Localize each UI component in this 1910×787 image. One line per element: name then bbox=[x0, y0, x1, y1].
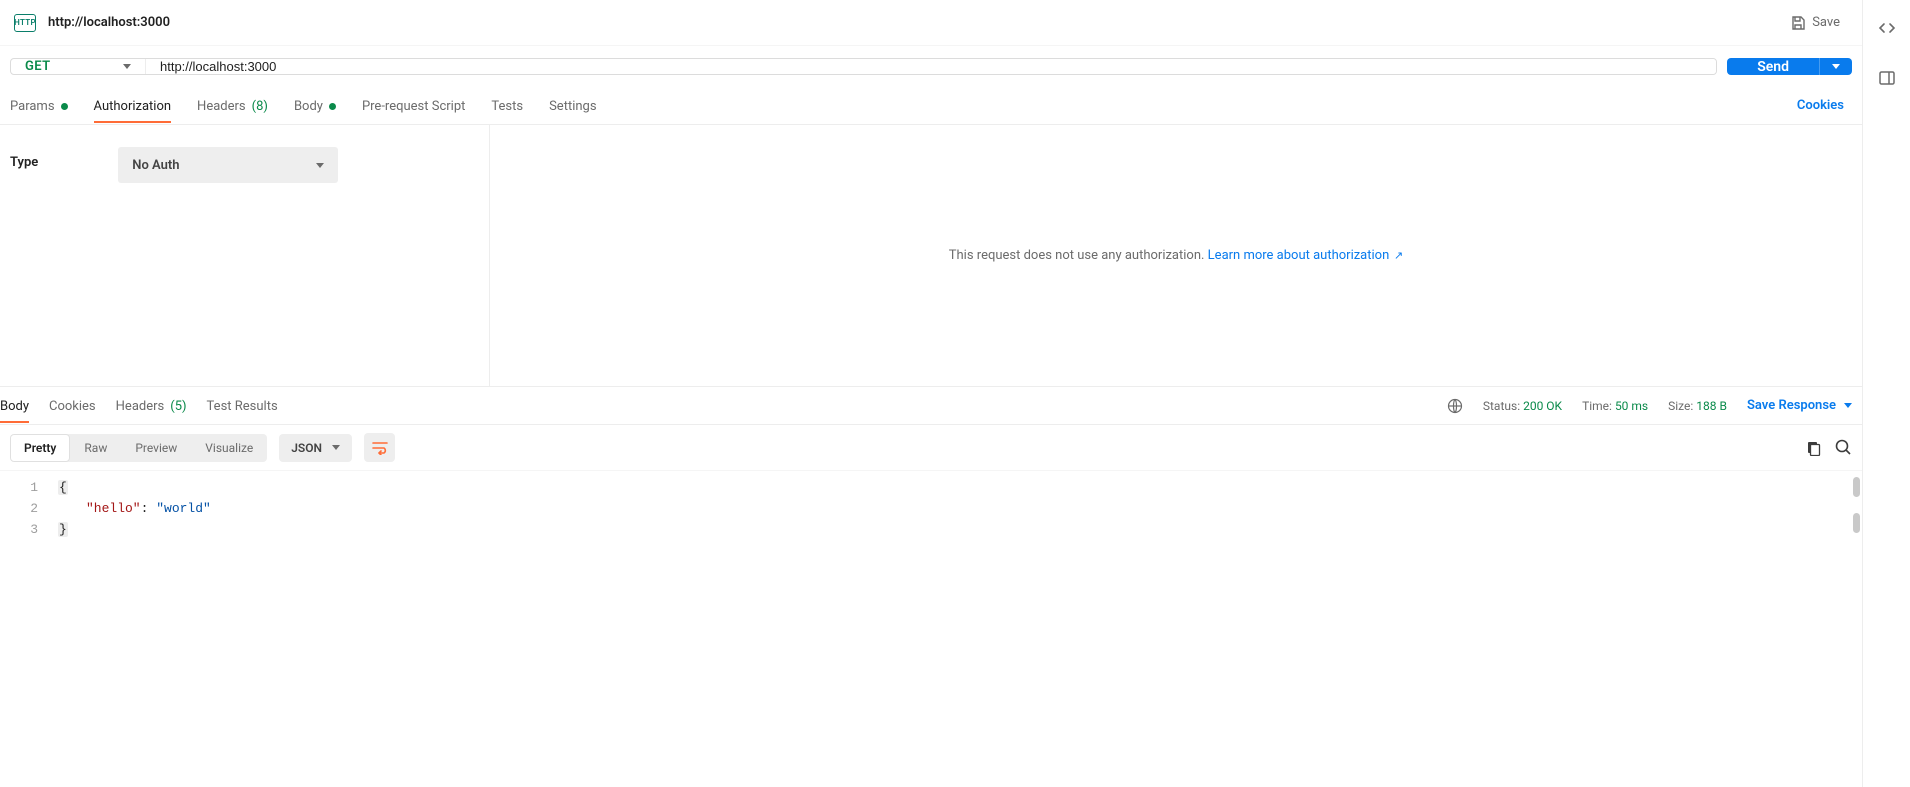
chevron-down-icon bbox=[1832, 64, 1840, 69]
line-number: 3 bbox=[0, 519, 38, 540]
save-icon bbox=[1790, 15, 1806, 31]
resp-tab-body[interactable]: Body bbox=[0, 390, 29, 422]
line-number: 2 bbox=[0, 498, 38, 519]
tab-params[interactable]: Params bbox=[10, 90, 68, 122]
resp-tab-headers-label: Headers bbox=[116, 399, 165, 414]
resp-tab-cookies[interactable]: Cookies bbox=[49, 390, 96, 422]
request-name: http://localhost:3000 bbox=[48, 15, 170, 30]
save-response-label: Save Response bbox=[1747, 398, 1836, 413]
response-body[interactable]: 1 2 3 { "hello": "world" } bbox=[0, 471, 1862, 787]
line-number: 1 bbox=[0, 477, 38, 498]
size-stat: Size: 188 B bbox=[1668, 399, 1727, 413]
status-stat: Status: 200 OK bbox=[1483, 399, 1562, 413]
chevron-down-icon bbox=[123, 64, 131, 69]
view-mode-raw[interactable]: Raw bbox=[70, 434, 121, 462]
send-label: Send bbox=[1727, 58, 1819, 75]
dot-indicator-icon bbox=[329, 103, 336, 110]
resp-tab-test-results[interactable]: Test Results bbox=[207, 390, 278, 422]
brace-open: { bbox=[58, 480, 68, 495]
auth-right: This request does not use any authorizat… bbox=[490, 125, 1862, 386]
line-wrap-button[interactable] bbox=[364, 433, 395, 462]
gutter: 1 2 3 bbox=[0, 477, 48, 787]
side-panel-icon[interactable] bbox=[1878, 69, 1896, 90]
line-wrap-icon bbox=[372, 441, 388, 455]
tab-body-label: Body bbox=[294, 99, 323, 114]
network-icon[interactable] bbox=[1447, 398, 1463, 414]
auth-message: This request does not use any authorizat… bbox=[949, 248, 1403, 263]
send-button[interactable]: Send bbox=[1727, 58, 1852, 75]
resp-tab-headers[interactable]: Headers (5) bbox=[116, 390, 187, 422]
tab-body[interactable]: Body bbox=[294, 90, 336, 122]
request-tabs: Params Authorization Headers (8) Body Pr… bbox=[0, 87, 1862, 125]
response-format-select[interactable]: JSON bbox=[279, 434, 352, 462]
tab-headers[interactable]: Headers (8) bbox=[197, 90, 268, 122]
tab-prerequest[interactable]: Pre-request Script bbox=[362, 90, 465, 122]
auth-type-select[interactable]: No Auth bbox=[118, 147, 338, 183]
request-row: GET Send bbox=[0, 46, 1862, 87]
response-tabs: Body Cookies Headers (5) Test Results St… bbox=[0, 387, 1862, 425]
url-input[interactable] bbox=[146, 59, 1716, 74]
tab-headers-count: (8) bbox=[252, 99, 268, 114]
scrollbar-thumb[interactable] bbox=[1853, 477, 1860, 497]
save-response-button[interactable]: Save Response bbox=[1747, 398, 1852, 413]
method-label: GET bbox=[25, 59, 51, 74]
dot-indicator-icon bbox=[61, 103, 68, 110]
tab-prerequest-label: Pre-request Script bbox=[362, 99, 465, 114]
chevron-down-icon bbox=[1844, 403, 1852, 408]
auth-learn-more-link[interactable]: Learn more about authorization ↗ bbox=[1208, 248, 1404, 263]
tab-authorization[interactable]: Authorization bbox=[94, 90, 172, 122]
title-bar: HTTP http://localhost:3000 Save bbox=[0, 0, 1862, 46]
code-content: { "hello": "world" } bbox=[48, 477, 1862, 787]
scrollbar-thumb[interactable] bbox=[1853, 513, 1860, 533]
resp-tab-test-results-label: Test Results bbox=[207, 399, 278, 414]
json-value: "world" bbox=[156, 501, 211, 516]
response-format-value: JSON bbox=[291, 441, 322, 455]
copy-icon[interactable] bbox=[1805, 440, 1821, 456]
auth-panel: Type No Auth This request does not use a… bbox=[0, 125, 1862, 387]
view-mode-preview[interactable]: Preview bbox=[121, 434, 191, 462]
save-label: Save bbox=[1812, 15, 1840, 30]
tab-settings-label: Settings bbox=[549, 99, 596, 114]
auth-left: Type No Auth bbox=[0, 125, 490, 386]
send-dropdown[interactable] bbox=[1819, 58, 1852, 75]
view-mode-visualize[interactable]: Visualize bbox=[191, 434, 267, 462]
method-select[interactable]: GET bbox=[11, 59, 146, 74]
external-link-icon: ↗ bbox=[1391, 249, 1403, 262]
auth-link-text: Learn more about authorization bbox=[1208, 248, 1390, 263]
resp-tab-cookies-label: Cookies bbox=[49, 399, 96, 414]
time-label: Time: bbox=[1582, 399, 1612, 413]
request-box: GET bbox=[10, 58, 1717, 75]
brace-close: } bbox=[58, 522, 68, 537]
status-label: Status: bbox=[1483, 399, 1520, 413]
code-panel-icon[interactable] bbox=[1877, 18, 1897, 41]
size-label: Size: bbox=[1668, 399, 1693, 413]
tab-headers-label: Headers bbox=[197, 99, 246, 114]
resp-tab-body-label: Body bbox=[0, 399, 29, 414]
tab-tests[interactable]: Tests bbox=[491, 90, 523, 122]
status-value: 200 OK bbox=[1523, 399, 1562, 413]
viewer-row: Pretty Raw Preview Visualize JSON bbox=[0, 425, 1862, 471]
view-mode-pretty[interactable]: Pretty bbox=[10, 434, 70, 462]
save-button[interactable]: Save bbox=[1782, 11, 1848, 35]
cookies-link[interactable]: Cookies bbox=[1797, 98, 1852, 113]
view-mode-group: Pretty Raw Preview Visualize bbox=[10, 434, 267, 462]
size-value: 188 B bbox=[1696, 399, 1727, 413]
time-value: 50 ms bbox=[1615, 399, 1648, 413]
right-rail bbox=[1862, 0, 1910, 787]
tab-auth-label: Authorization bbox=[94, 99, 172, 114]
colon: : bbox=[141, 501, 157, 516]
tab-settings[interactable]: Settings bbox=[549, 90, 596, 122]
chevron-down-icon bbox=[316, 163, 324, 168]
http-badge-icon: HTTP bbox=[14, 14, 36, 32]
time-stat: Time: 50 ms bbox=[1582, 399, 1648, 413]
tab-params-label: Params bbox=[10, 99, 55, 114]
tab-tests-label: Tests bbox=[491, 99, 523, 114]
search-icon[interactable] bbox=[1835, 439, 1852, 456]
auth-type-value: No Auth bbox=[132, 158, 179, 173]
json-key: "hello" bbox=[86, 501, 141, 516]
auth-type-label: Type bbox=[10, 147, 38, 364]
auth-message-text: This request does not use any authorizat… bbox=[949, 248, 1208, 263]
resp-tab-headers-count: (5) bbox=[170, 399, 186, 414]
chevron-down-icon bbox=[332, 445, 340, 450]
